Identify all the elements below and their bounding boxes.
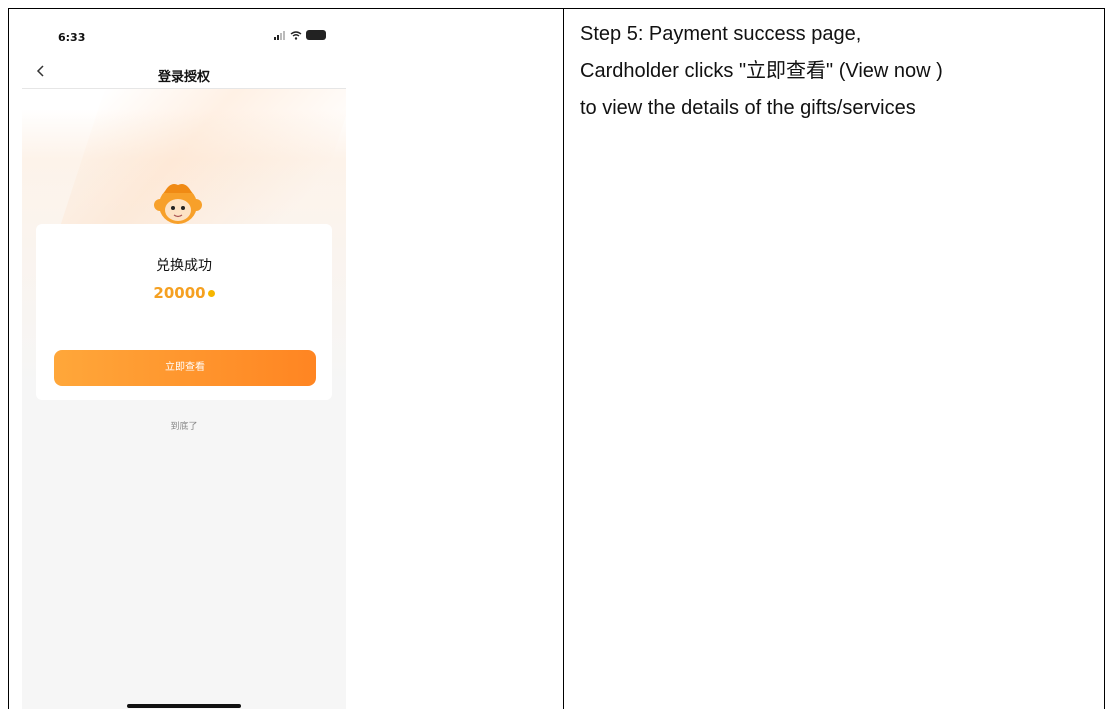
nav-bar: 登录授权 bbox=[22, 59, 346, 89]
success-title: 兑换成功 bbox=[156, 258, 212, 274]
status-icons bbox=[274, 30, 326, 40]
description-line: Step 5: Payment success page, bbox=[580, 23, 862, 45]
phone-screenshot: 6:33 登录授权 兑换成功 20000 立即查看 到底了 bbox=[22, 9, 346, 709]
monkey-mascot-icon bbox=[154, 184, 202, 224]
coin-icon bbox=[207, 290, 215, 297]
points-amount: 20000 bbox=[153, 284, 206, 302]
points-value: 20000 bbox=[36, 284, 332, 302]
home-indicator bbox=[127, 704, 241, 708]
signal-icon bbox=[274, 30, 285, 40]
wifi-icon bbox=[290, 30, 302, 40]
battery-icon bbox=[306, 30, 326, 40]
result-card: 兑换成功 20000 立即查看 bbox=[36, 224, 332, 400]
page-title: 登录授权 bbox=[157, 70, 210, 85]
status-bar: 6:33 bbox=[22, 9, 346, 59]
description-line: Cardholder clicks "立即查看" (View now ) bbox=[580, 60, 943, 82]
table-column-divider bbox=[563, 8, 564, 709]
end-of-list-text: 到底了 bbox=[170, 422, 198, 432]
description-line: to view the details of the gifts/service… bbox=[580, 97, 916, 119]
view-now-button[interactable]: 立即查看 bbox=[54, 350, 316, 386]
step-description: Step 5: Payment success page, Cardholder… bbox=[580, 16, 1090, 127]
status-time: 6:33 bbox=[58, 31, 86, 44]
